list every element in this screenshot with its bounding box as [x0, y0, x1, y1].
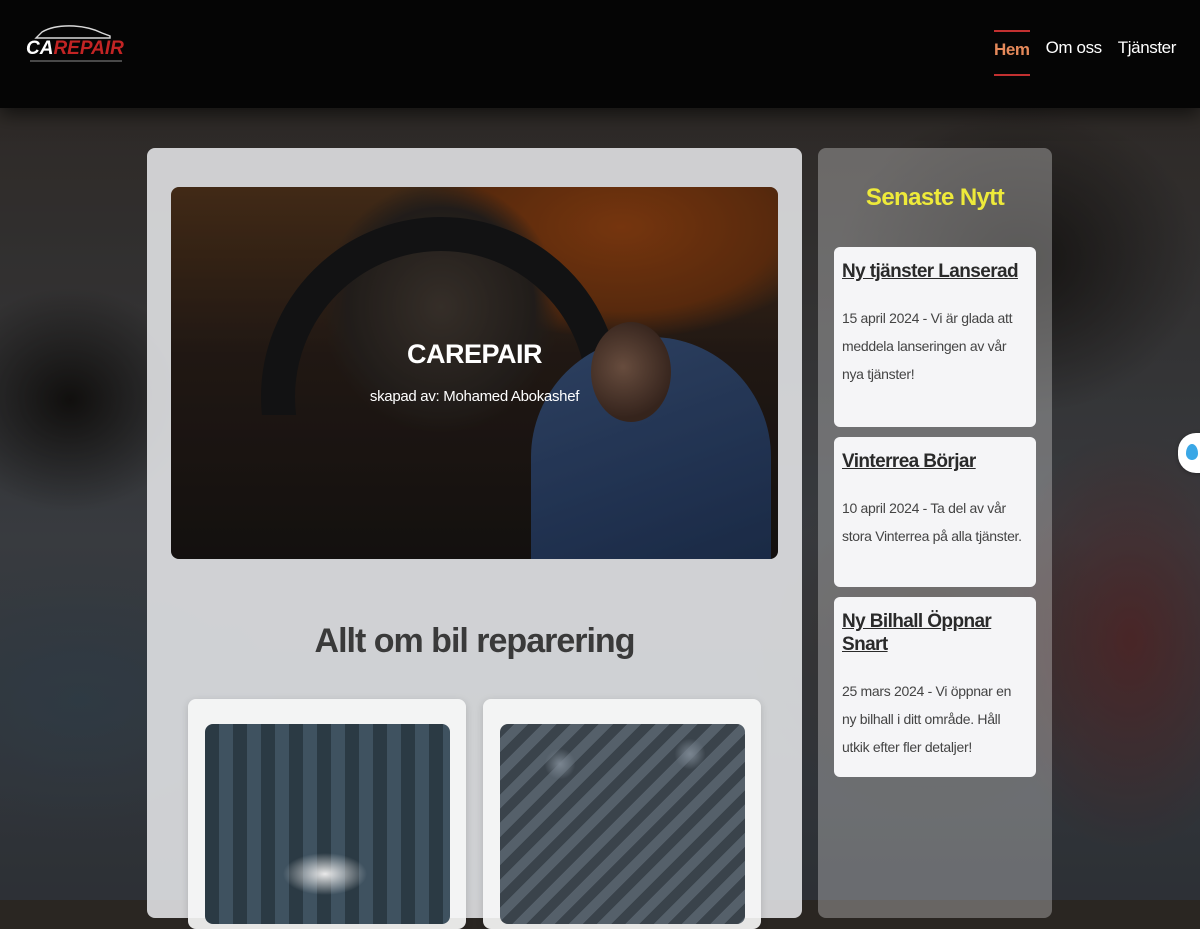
main-content-panel: CAREPAIR skapad av: Mohamed Abokashef Al…	[147, 148, 802, 929]
news-item: Ny Bilhall Öppnar Snart 25 mars 2024 - V…	[834, 597, 1036, 777]
hero-banner: CAREPAIR skapad av: Mohamed Abokashef	[171, 187, 778, 559]
news-heading: Senaste Nytt	[865, 184, 1005, 211]
section-title: Allt om bil reparering	[314, 622, 636, 660]
news-item-text: 25 mars 2024 - Vi öppnar en ny bilhall i…	[842, 682, 1012, 755]
nav-link-om-oss[interactable]: Om oss	[1046, 30, 1103, 72]
nav-link-tjanster[interactable]: Tjänster	[1118, 30, 1177, 72]
service-card[interactable]	[483, 699, 761, 929]
hero-shade	[171, 187, 778, 559]
logo-text: CAREPAIR	[26, 38, 124, 60]
site-header: CAREPAIR Hem Om oss Tjänster	[0, 0, 1200, 108]
nav-link-hem[interactable]: Hem	[993, 30, 1030, 76]
news-item-title[interactable]: Vinterrea Börjar	[842, 451, 1028, 474]
hero-subtitle: skapad av: Mohamed Abokashef	[369, 388, 580, 405]
service-card-image-car-workshop	[205, 724, 450, 924]
service-card[interactable]	[188, 699, 466, 929]
news-item-title[interactable]: Ny tjänster Lanserad	[842, 261, 1028, 284]
service-card-image-engine	[500, 724, 745, 924]
news-item-title[interactable]: Ny Bilhall Öppnar Snart	[842, 611, 1028, 657]
logo-text-ca: CA	[26, 38, 54, 59]
logo[interactable]: CAREPAIR	[26, 24, 126, 68]
hero-title: CAREPAIR	[406, 339, 543, 369]
news-sidebar: Senaste Nytt Ny tjänster Lanserad 15 apr…	[818, 148, 1052, 918]
logo-text-repair: REPAIR	[53, 38, 124, 59]
news-item-text: 10 april 2024 - Ta del av vår stora Vint…	[842, 499, 1022, 544]
news-item: Vinterrea Börjar 10 april 2024 - Ta del …	[834, 437, 1036, 587]
news-item: Ny tjänster Lanserad 15 april 2024 - Vi …	[834, 247, 1036, 427]
news-item-text: 15 april 2024 - Vi är glada att meddela …	[842, 309, 1013, 382]
water-drop-icon	[1186, 444, 1198, 460]
logo-tagline	[30, 60, 122, 62]
main-nav: Hem Om oss Tjänster	[993, 30, 1177, 76]
